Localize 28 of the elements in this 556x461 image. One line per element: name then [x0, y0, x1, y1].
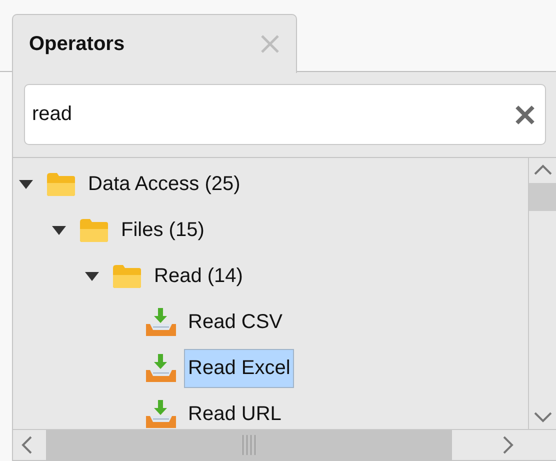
scrollbar-thumb[interactable] — [46, 430, 452, 460]
folder-icon — [79, 218, 109, 242]
operators-tab[interactable]: Operators — [12, 14, 297, 73]
scrollbar-thumb[interactable] — [529, 183, 556, 211]
import-icon — [145, 399, 177, 429]
chevron-left-icon[interactable] — [21, 436, 32, 454]
tree-item[interactable]: Read Excel — [184, 348, 294, 388]
chevron-right-icon[interactable] — [503, 436, 514, 454]
folder-icon — [46, 172, 76, 196]
search-field[interactable]: read — [24, 84, 546, 145]
expanded-triangle-icon[interactable] — [52, 226, 66, 234]
tree-item[interactable]: Read (14) — [150, 256, 247, 296]
clear-icon[interactable] — [515, 104, 535, 124]
tab-label: Operators — [29, 32, 125, 56]
horizontal-scrollbar[interactable] — [13, 429, 556, 461]
grip-icon[interactable] — [242, 435, 256, 455]
tree-item[interactable]: Data Access (25) — [84, 164, 244, 204]
tree-item[interactable]: Read URL — [184, 394, 286, 429]
search-input[interactable]: read — [32, 103, 515, 126]
expanded-triangle-icon[interactable] — [85, 272, 99, 280]
tree-item[interactable]: Read CSV — [184, 302, 286, 342]
import-icon — [145, 307, 177, 337]
expanded-triangle-icon[interactable] — [19, 180, 33, 188]
chevron-up-icon[interactable] — [534, 164, 552, 175]
chevron-down-icon[interactable] — [534, 412, 552, 423]
tree-item[interactable]: Files (15) — [117, 210, 208, 250]
import-icon — [145, 353, 177, 383]
folder-icon — [112, 264, 142, 288]
